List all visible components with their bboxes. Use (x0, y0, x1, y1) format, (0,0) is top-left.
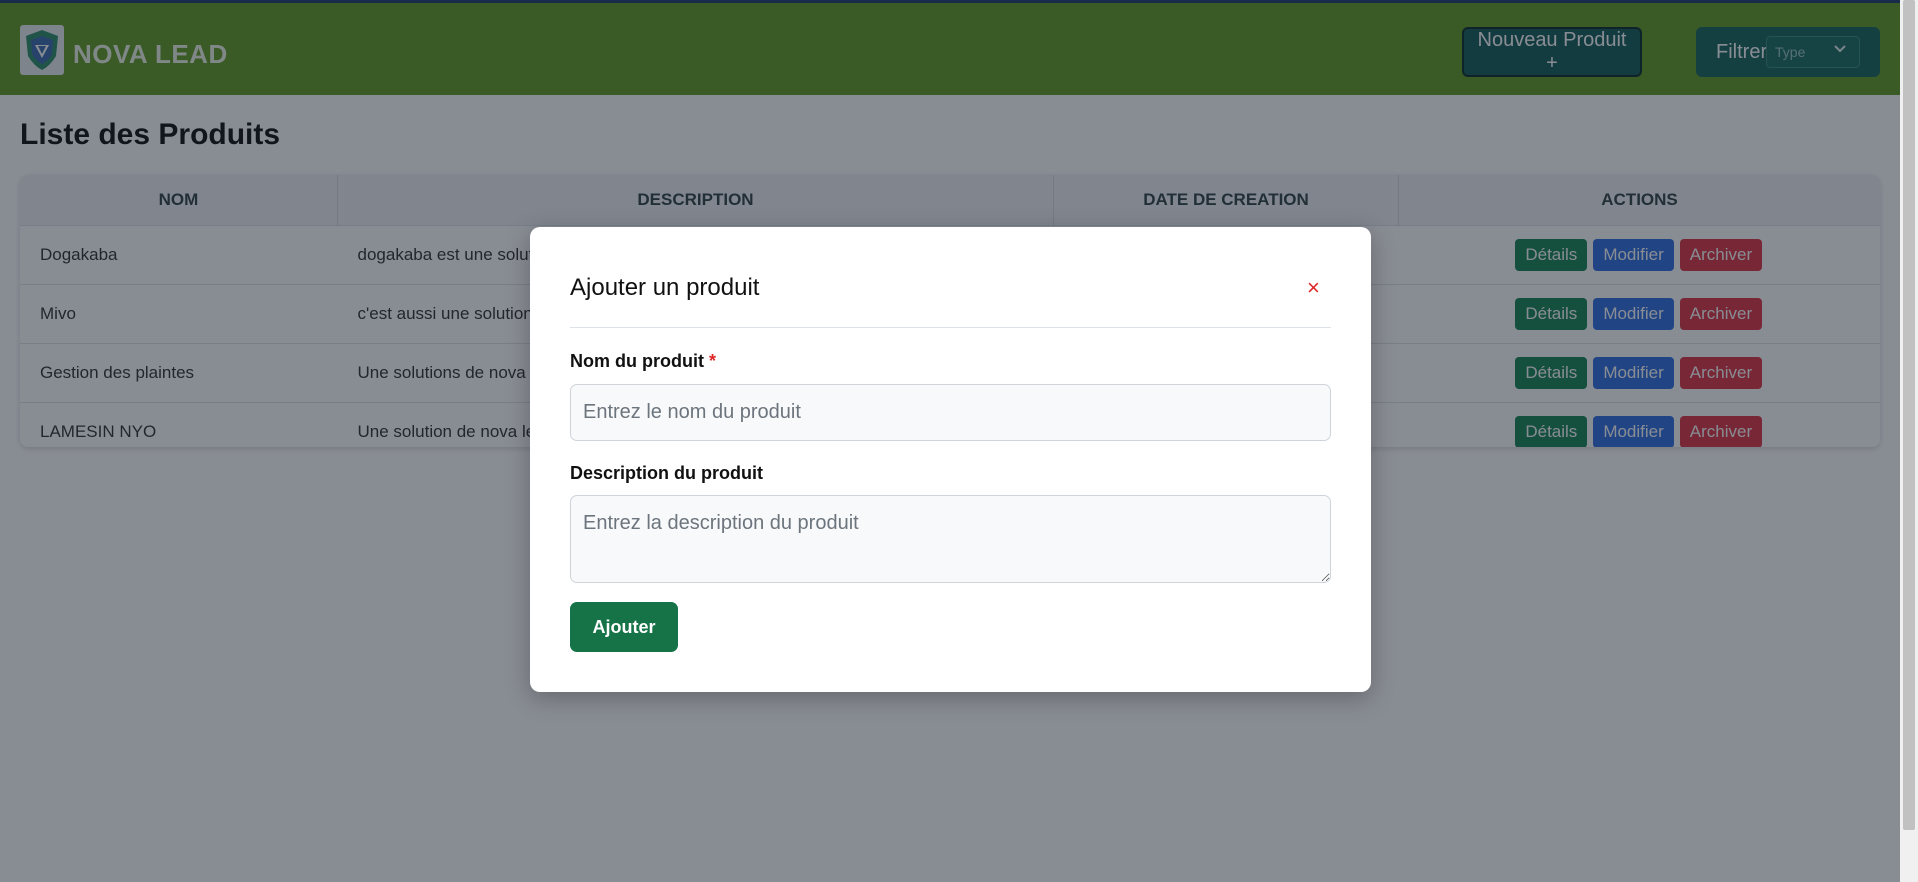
product-name-input[interactable] (570, 384, 1331, 441)
close-icon[interactable]: × (1307, 275, 1320, 301)
product-name-label: Nom du produit * (570, 351, 716, 372)
required-mark: * (709, 351, 717, 371)
product-name-label-text: Nom du produit (570, 351, 704, 371)
add-product-modal: Ajouter un produit × Nom du produit * De… (530, 227, 1371, 692)
modal-title: Ajouter un produit (570, 274, 760, 301)
product-description-label: Description du produit (570, 463, 763, 483)
product-description-textarea[interactable] (570, 495, 1331, 583)
add-button[interactable]: Ajouter (570, 602, 678, 652)
modal-divider (570, 327, 1331, 328)
scrollbar-thumb[interactable] (1903, 0, 1915, 830)
